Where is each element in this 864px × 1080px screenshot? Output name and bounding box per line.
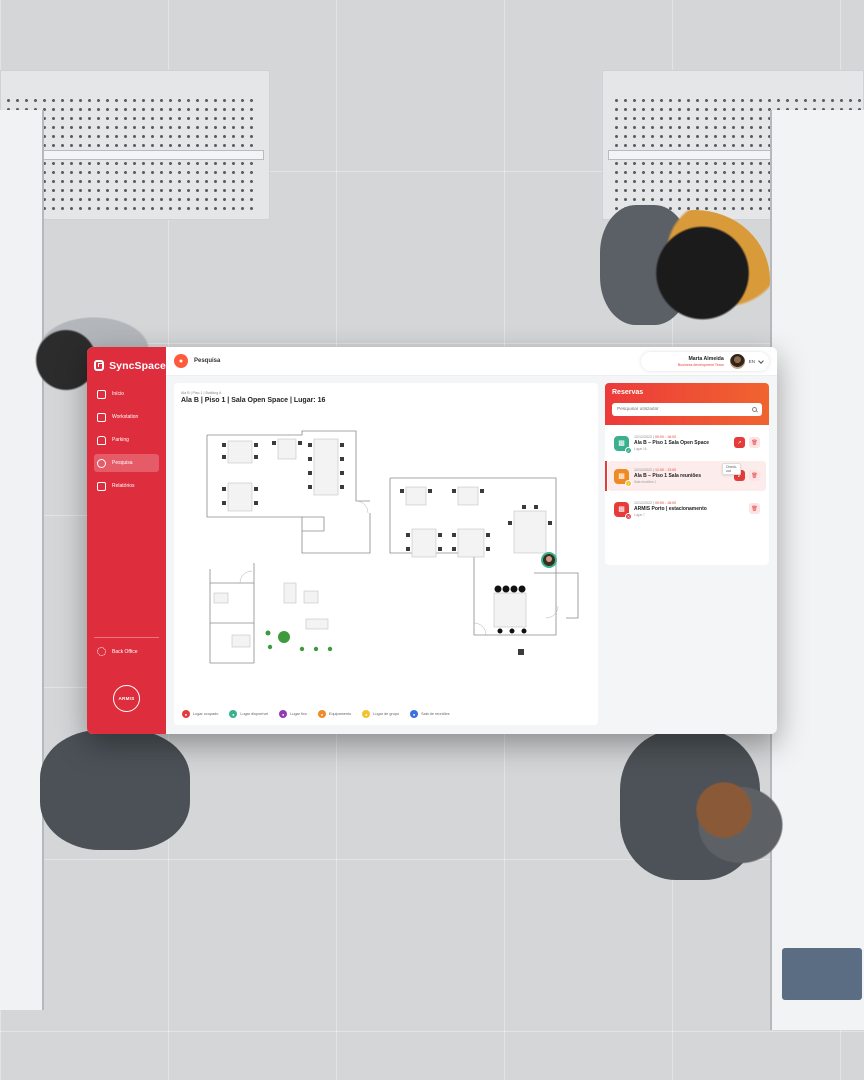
sidebar-item-inicio[interactable]: Início <box>94 385 159 403</box>
fixed-seat-icon: ● <box>279 710 288 718</box>
car-icon: ▩ ✕ <box>614 501 632 520</box>
available-seat-icon: ● <box>229 710 238 718</box>
equipment-icon: ● <box>317 710 326 718</box>
language-selector[interactable]: EN <box>749 359 755 364</box>
sidebar-item-workstation[interactable]: Workstation <box>94 408 159 426</box>
sidebar-item-label: Relatórios <box>112 483 135 489</box>
sidebar-nav: Início Workstation Parking Pesquisa Rela… <box>87 385 166 495</box>
org-logo: ARMIS <box>113 685 140 712</box>
map-legend: ● Lugar ocupado ● Lugar disponível ● Lug… <box>182 710 450 718</box>
breadcrumb: Ala B | Piso 1 | Building A <box>181 391 222 395</box>
brand-name: SyncSpace <box>109 359 166 372</box>
sidebar-item-label: Início <box>112 391 124 397</box>
chevron-down-icon[interactable] <box>758 357 764 364</box>
reservation-item[interactable]: ▩ ✓ 12/12/2022 | 09:00 - 18:00 Ala B – P… <box>608 428 766 458</box>
close-icon: ✕ <box>625 512 632 520</box>
org-logo-text: ARMIS <box>118 696 135 701</box>
floor-plan[interactable] <box>174 413 598 673</box>
sidebar-item-pesquisa[interactable]: Pesquisa <box>94 454 159 472</box>
search-input[interactable] <box>617 407 752 412</box>
legend-label: Lugar fixo <box>290 712 307 716</box>
legend-item: ● Lugar de grupo <box>362 710 399 718</box>
reservation-item[interactable]: ▩ ✕ 12/12/2022 | 09:00 - 18:00 ARMIS Por… <box>608 494 766 524</box>
car-icon <box>97 435 106 445</box>
legend-label: Sala de reuniões <box>421 712 450 716</box>
reservation-item[interactable]: ▩ ! 12/12/2022 | 12:00 - 13:00 Ala B – P… <box>605 461 766 491</box>
layout-icon <box>97 389 106 399</box>
desk-icon <box>97 412 106 422</box>
sidebar-item-label: Workstation <box>112 414 139 420</box>
desk-icon: ▩ ✓ <box>614 435 632 454</box>
reservations-panel: Reservas ▩ ✓ 12/12/2022 | 09:00 - 18:00 … <box>605 383 769 565</box>
avatar[interactable] <box>729 354 745 369</box>
legend-item: ● Lugar fixo <box>279 710 307 718</box>
reservation-sub: Lugar 7 <box>634 513 645 517</box>
user-role: Business development Team <box>677 363 724 367</box>
app-window: SyncSpace Início Workstation Parking Pes… <box>87 347 777 734</box>
gear-icon <box>97 647 106 656</box>
main-content: ● Pesquisa Marta Almeida Business develo… <box>166 347 777 734</box>
legend-label: Lugar ocupado <box>193 712 219 716</box>
legend-item: ● Lugar disponível <box>229 710 268 718</box>
sidebar-item-label: Pesquisa <box>112 460 133 466</box>
legend-item: ● Sala de reuniões <box>410 710 450 718</box>
reservation-sub: Lugar 16 <box>634 447 647 451</box>
legend-item: ● Equipamento <box>317 710 352 718</box>
reservation-sub: Sala reuniões 1 <box>634 480 657 484</box>
sidebar-item-backoffice[interactable]: Back Office <box>94 637 159 656</box>
person-search-icon: ● <box>174 354 188 368</box>
sidebar-item-label: Back Office <box>112 648 138 655</box>
check-icon: ✓ <box>625 446 632 454</box>
page-title: Pesquisa <box>194 358 221 364</box>
reservation-date: 12/12/2022 | 09:00 - 18:00 <box>634 435 677 439</box>
person-search-icon <box>97 458 106 468</box>
delete-reservation-button[interactable]: 🗑 <box>749 503 760 514</box>
legend-label: Lugar de grupo <box>373 712 400 716</box>
brand[interactable]: SyncSpace <box>87 347 166 375</box>
group-seat-icon: ● <box>362 710 371 718</box>
report-icon <box>97 481 106 491</box>
legend-item: ● Lugar ocupado <box>182 710 218 718</box>
reservation-name: Ala B – Piso 1 Sala Open Space <box>634 440 710 446</box>
occupied-seat-icon: ● <box>182 710 190 718</box>
sidebar: SyncSpace Início Workstation Parking Pes… <box>87 347 166 734</box>
reservation-name: ARMIS Porto | estacionamento <box>634 506 707 512</box>
topbar: ● Pesquisa Marta Almeida Business develo… <box>166 347 777 376</box>
meeting-room-icon: ● <box>410 710 419 718</box>
reservations-search <box>612 403 762 416</box>
checkout-tooltip: Check-out <box>721 463 741 475</box>
sidebar-item-parking[interactable]: Parking <box>94 431 159 449</box>
user-name: Marta Almeida <box>688 356 724 362</box>
delete-reservation-button[interactable]: 🗑 <box>749 470 760 481</box>
floor-map-panel: Ala B | Piso 1 | Building A Ala B | Piso… <box>174 383 598 725</box>
warning-icon: ! <box>625 479 632 487</box>
legend-label: Lugar disponível <box>240 712 269 716</box>
legend-label: Equipamento <box>328 712 352 716</box>
search-icon[interactable] <box>752 407 757 412</box>
reservation-date: 12/12/2022 | 09:00 - 18:00 <box>634 501 677 505</box>
sidebar-item-label: Parking <box>112 437 129 443</box>
meeting-room-icon: ▩ ! <box>614 468 632 487</box>
syncspace-logo-icon <box>94 360 105 371</box>
reservations-title: Reservas <box>612 389 644 396</box>
delete-reservation-button[interactable]: 🗑 <box>749 437 760 448</box>
user-menu[interactable]: Marta Almeida Business development Team … <box>641 352 769 371</box>
reservation-name: Ala B – Piso 1 Sala reuniões <box>634 473 701 479</box>
sidebar-item-relatorios[interactable]: Relatórios <box>94 477 159 495</box>
map-title: Ala B | Piso 1 | Sala Open Space | Lugar… <box>181 397 326 404</box>
reservation-date: 12/12/2022 | 12:00 - 13:00 <box>634 468 677 472</box>
reservations-header: Reservas <box>605 383 769 425</box>
open-reservation-button[interactable]: ↗ <box>734 437 745 448</box>
